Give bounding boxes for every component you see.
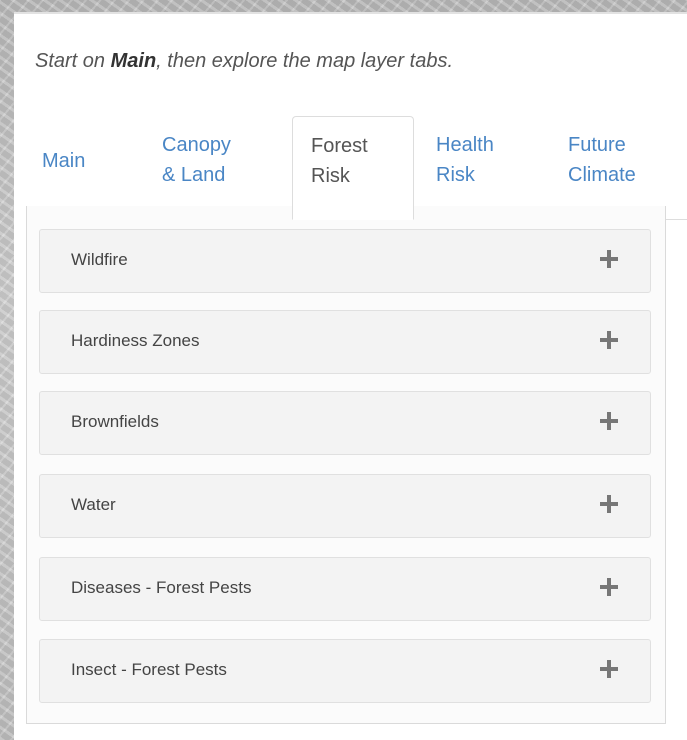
accordion-label: Insect - Forest Pests (71, 660, 227, 679)
accordion-label: Hardiness Zones (71, 331, 200, 350)
accordion-water[interactable]: Water (39, 474, 651, 538)
accordion-label: Water (71, 495, 116, 514)
plus-icon[interactable] (600, 331, 618, 349)
tab-main-label: Main (42, 150, 86, 172)
layer-tabs: Main Canopy & Land Forest Risk Health Ri… (28, 116, 687, 220)
accordion-label: Wildfire (71, 250, 128, 269)
tab-future-label-line1: Future (568, 134, 626, 156)
tab-forest-label-line2: Risk (311, 165, 350, 187)
accordion-label: Diseases - Forest Pests (71, 578, 252, 597)
intro-suffix: , then explore the map layer tabs. (156, 50, 454, 72)
plus-icon[interactable] (600, 578, 618, 596)
accordion-hardiness-zones[interactable]: Hardiness Zones (39, 310, 651, 374)
tab-forest-label-line1: Forest (311, 135, 368, 157)
accordion-insect-forest-pests[interactable]: Insect - Forest Pests (39, 639, 651, 703)
tab-canopy-label-line2: & Land (162, 164, 226, 186)
accordion-diseases-forest-pests[interactable]: Diseases - Forest Pests (39, 557, 651, 621)
tab-canopy-label-line1: Canopy (162, 134, 231, 156)
intro-text: Start on Main, then explore the map laye… (35, 50, 453, 73)
tab-health-label-line2: Risk (436, 164, 475, 186)
accordion-label: Brownfields (71, 412, 159, 431)
tab-health-risk[interactable]: Health Risk (420, 116, 540, 220)
plus-icon[interactable] (600, 660, 618, 678)
tab-forest-risk[interactable]: Forest Risk (292, 116, 414, 220)
tab-future-label-line2: Climate (568, 164, 636, 186)
intro-prefix: Start on (35, 50, 111, 72)
tab-health-label-line1: Health (436, 134, 494, 156)
accordion-brownfields[interactable]: Brownfields (39, 391, 651, 455)
tab-future-climate[interactable]: Future Climate (552, 116, 687, 220)
intro-bold-main: Main (110, 50, 157, 72)
plus-icon[interactable] (600, 250, 618, 268)
plus-icon[interactable] (600, 495, 618, 513)
tab-content-forest-risk: Wildfire Hardiness Zones Brownfields Wat… (26, 206, 666, 724)
tab-main[interactable]: Main (42, 116, 122, 220)
tab-canopy-land[interactable]: Canopy & Land (146, 116, 276, 220)
accordion-wildfire[interactable]: Wildfire (39, 229, 651, 293)
plus-icon[interactable] (600, 412, 618, 430)
